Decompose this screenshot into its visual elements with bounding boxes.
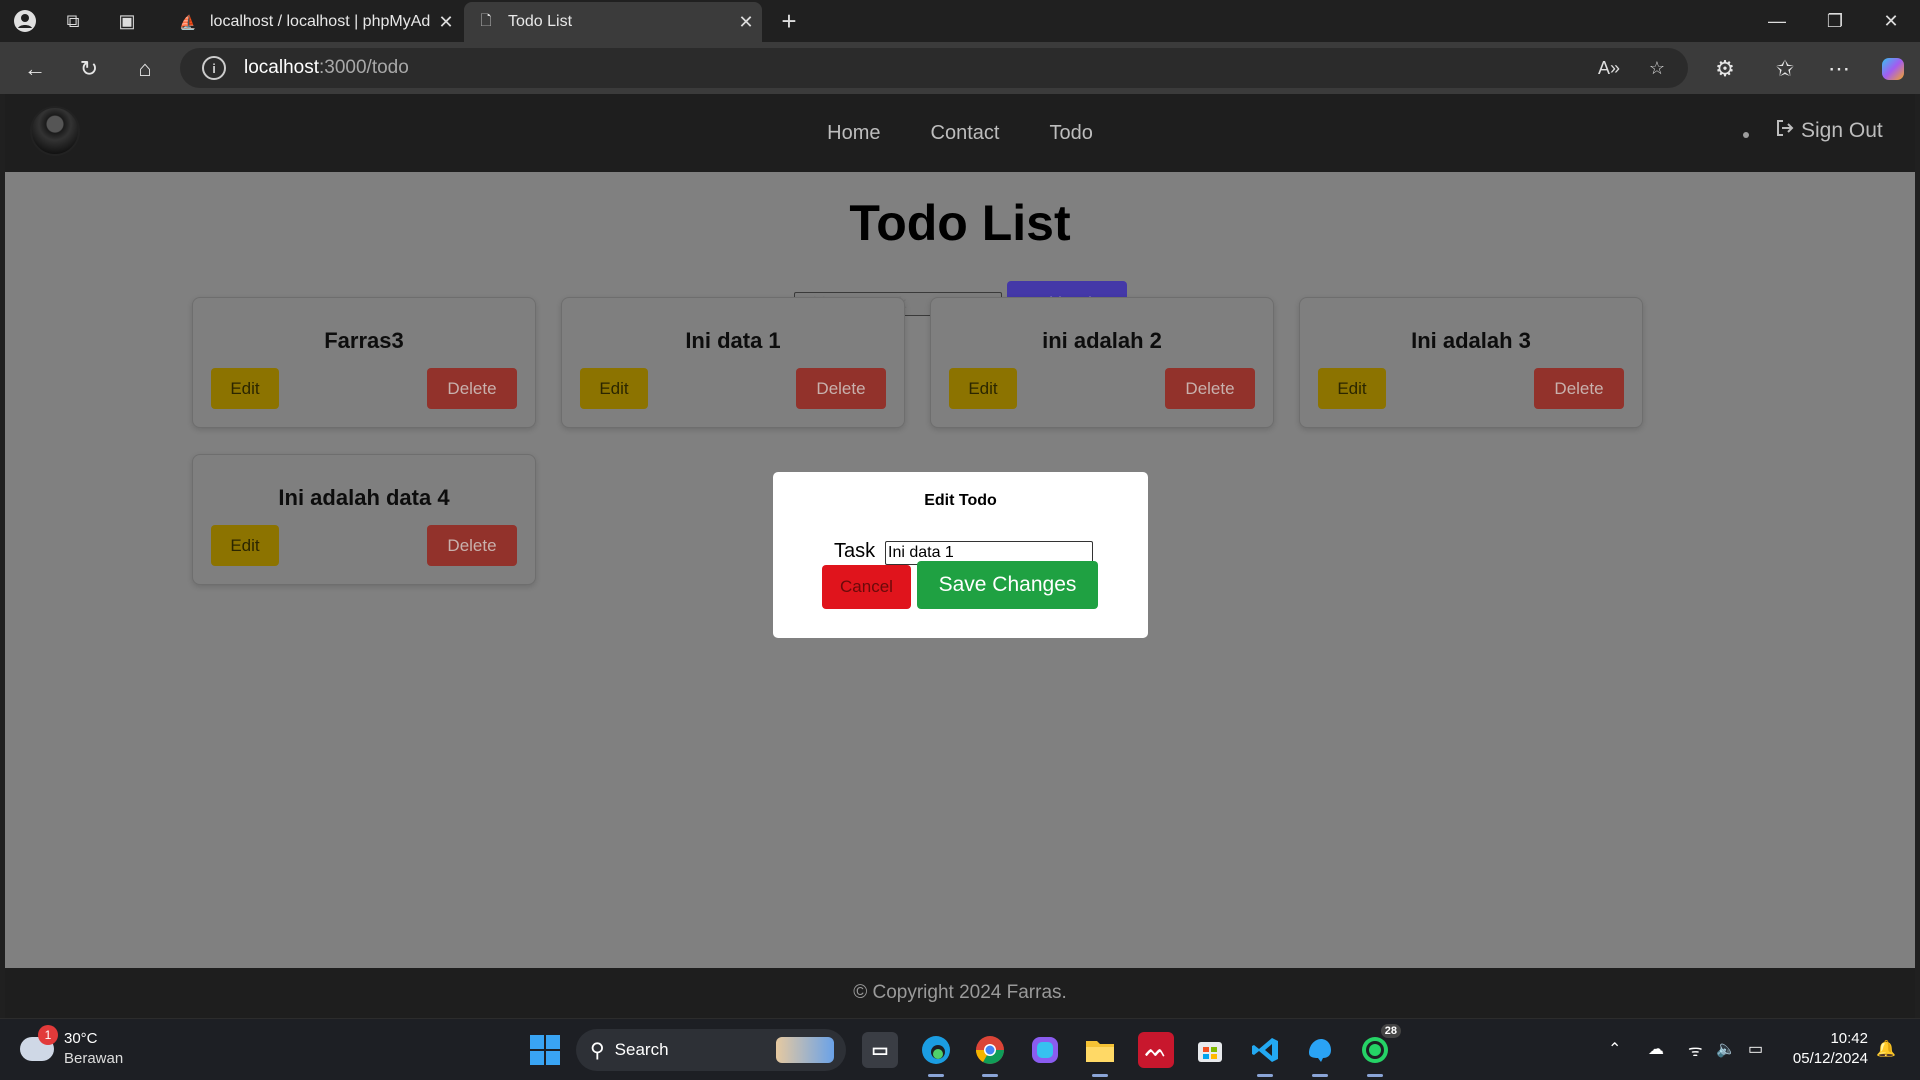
list-bullet	[1743, 132, 1749, 138]
save-changes-button[interactable]: Save Changes	[917, 561, 1098, 609]
delete-button[interactable]: Delete	[427, 368, 517, 409]
workspaces-icon[interactable]: ⧉	[58, 7, 88, 35]
battery-icon[interactable]: ▭	[1748, 1039, 1763, 1059]
weather-badge: 1	[38, 1025, 58, 1045]
taskbar: 1 30°C Berawan ⚲ Search ▭ ᨓ 28 ⌃ ☁ ᯤ 🔈 ▭…	[0, 1018, 1920, 1080]
todo-card: ini adalah 2 Edit Delete	[930, 297, 1274, 428]
tab-phpmyadmin[interactable]: ⛵ localhost / localhost | phpMyAdm ✕	[166, 2, 462, 42]
cancel-button[interactable]: Cancel	[822, 565, 911, 609]
favorites-icon[interactable]: ✩	[1768, 52, 1802, 86]
tab-todo-list[interactable]: 🗋 Todo List ✕	[464, 2, 762, 42]
copilot-app-icon[interactable]	[1027, 1032, 1063, 1068]
vscode-icon[interactable]	[1247, 1032, 1283, 1077]
onedrive-icon[interactable]: ☁	[1648, 1039, 1664, 1059]
modal-title: Edit Todo	[924, 492, 997, 509]
phpmyadmin-favicon-icon: ⛵	[179, 13, 197, 30]
address-bar[interactable]: i localhost:3000/todo A» ☆	[180, 48, 1688, 88]
volume-icon[interactable]: 🔈	[1716, 1039, 1736, 1059]
windows-start-icon[interactable]	[530, 1035, 560, 1065]
browser-tab-strip: ⧉ ▣ ⛵ localhost / localhost | phpMyAdm ✕…	[0, 0, 1920, 42]
edge-icon[interactable]	[918, 1032, 954, 1077]
weather-widget[interactable]: 1 30°C Berawan	[20, 1025, 124, 1069]
page-favicon-icon: 🗋	[480, 12, 492, 28]
page-viewport: Home Contact Todo Sign Out Todo List Add…	[5, 94, 1915, 1018]
sign-out-link[interactable]: Sign Out	[1775, 118, 1883, 144]
new-tab-icon[interactable]: +	[774, 6, 804, 36]
wifi-icon[interactable]: ᯤ	[1688, 1039, 1703, 1061]
copilot-icon[interactable]	[1876, 52, 1910, 86]
site-info-icon[interactable]: i	[202, 56, 226, 80]
taskbar-search[interactable]: ⚲ Search	[576, 1029, 846, 1071]
mendeley-icon[interactable]: ᨓ	[1138, 1032, 1174, 1068]
weather-condition: Berawan	[64, 1050, 124, 1067]
todo-card: Farras3 Edit Delete	[192, 297, 536, 428]
notification-count: 28	[1380, 1024, 1401, 1038]
home-icon[interactable]: ⌂	[128, 52, 162, 86]
nav-links: Home Contact Todo	[5, 94, 1915, 172]
search-highlight-image	[776, 1037, 834, 1063]
tab-title: localhost / localhost | phpMyAdm	[210, 13, 430, 30]
temperature: 30°C	[64, 1030, 98, 1047]
nav-home-link[interactable]: Home	[827, 122, 880, 145]
edit-todo-modal: Edit Todo Task Cancel Save Changes	[773, 472, 1148, 638]
search-label: Search	[614, 1040, 669, 1059]
close-window-icon[interactable]: ✕	[1862, 0, 1920, 42]
nav-todo-link[interactable]: Todo	[1049, 122, 1092, 145]
clock[interactable]: 10:42 05/12/2024	[1786, 1029, 1868, 1069]
minimize-icon[interactable]: —	[1748, 0, 1806, 42]
todo-card: Ini adalah data 4 Edit Delete	[192, 454, 536, 585]
todo-card: Ini adalah 3 Edit Delete	[1299, 297, 1643, 428]
edit-button[interactable]: Edit	[949, 368, 1017, 409]
todo-card: Ini data 1 Edit Delete	[561, 297, 905, 428]
favorite-star-icon[interactable]: ☆	[1642, 56, 1672, 80]
refresh-icon[interactable]: ↻	[72, 52, 106, 86]
delete-button[interactable]: Delete	[427, 525, 517, 566]
task-label: Task	[834, 540, 876, 562]
cloud-icon: 1	[20, 1025, 58, 1061]
sign-out-label: Sign Out	[1801, 119, 1883, 142]
vertical-tabs-icon[interactable]: ▣	[112, 7, 142, 35]
read-aloud-icon[interactable]: A»	[1594, 56, 1624, 80]
time: 10:42	[1830, 1030, 1868, 1047]
app-navbar: Home Contact Todo Sign Out	[5, 94, 1915, 172]
browser-toolbar: ← ↻ ⌂ i localhost:3000/todo A» ☆ ⚙ ✩ ⋯	[0, 42, 1920, 94]
chrome-icon[interactable]	[972, 1032, 1008, 1077]
date: 05/12/2024	[1792, 1050, 1868, 1067]
footer: © Copyright 2024 Farras.	[5, 968, 1915, 1018]
sign-out-icon	[1775, 118, 1795, 144]
todo-title: Ini adalah 3	[1411, 328, 1531, 353]
extensions-icon[interactable]: ⚙	[1708, 52, 1742, 86]
delete-button[interactable]: Delete	[796, 368, 886, 409]
tab-title: Todo List	[508, 13, 573, 30]
close-tab-icon[interactable]: ✕	[730, 12, 762, 33]
app-icon[interactable]	[1302, 1032, 1338, 1077]
delete-button[interactable]: Delete	[1165, 368, 1255, 409]
url-text: localhost:3000/todo	[244, 57, 409, 78]
todo-title: Farras3	[324, 328, 404, 353]
edit-button[interactable]: Edit	[1318, 368, 1386, 409]
page-title: Todo List	[849, 195, 1071, 251]
todo-title: Ini data 1	[685, 328, 781, 353]
notification-bell-icon[interactable]: 🔔	[1876, 1039, 1896, 1059]
file-explorer-icon[interactable]	[1082, 1032, 1118, 1077]
delete-button[interactable]: Delete	[1534, 368, 1624, 409]
back-icon[interactable]: ←	[18, 52, 52, 86]
edit-button[interactable]: Edit	[580, 368, 648, 409]
search-icon: ⚲	[590, 1039, 605, 1062]
profile-icon[interactable]	[10, 7, 40, 35]
chevron-up-icon[interactable]: ⌃	[1608, 1039, 1621, 1059]
nav-contact-link[interactable]: Contact	[931, 122, 1000, 145]
restore-icon[interactable]: ❐	[1806, 0, 1864, 42]
todo-title: Ini adalah data 4	[278, 485, 450, 510]
task-view-icon[interactable]: ▭	[862, 1032, 898, 1068]
whatsapp-icon[interactable]: 28	[1357, 1024, 1401, 1077]
more-options-icon[interactable]: ⋯	[1822, 52, 1856, 86]
close-tab-icon[interactable]: ✕	[430, 12, 462, 33]
edit-button[interactable]: Edit	[211, 368, 279, 409]
todo-title: ini adalah 2	[1042, 328, 1162, 353]
edit-button[interactable]: Edit	[211, 525, 279, 566]
microsoft-store-icon[interactable]	[1192, 1032, 1228, 1068]
